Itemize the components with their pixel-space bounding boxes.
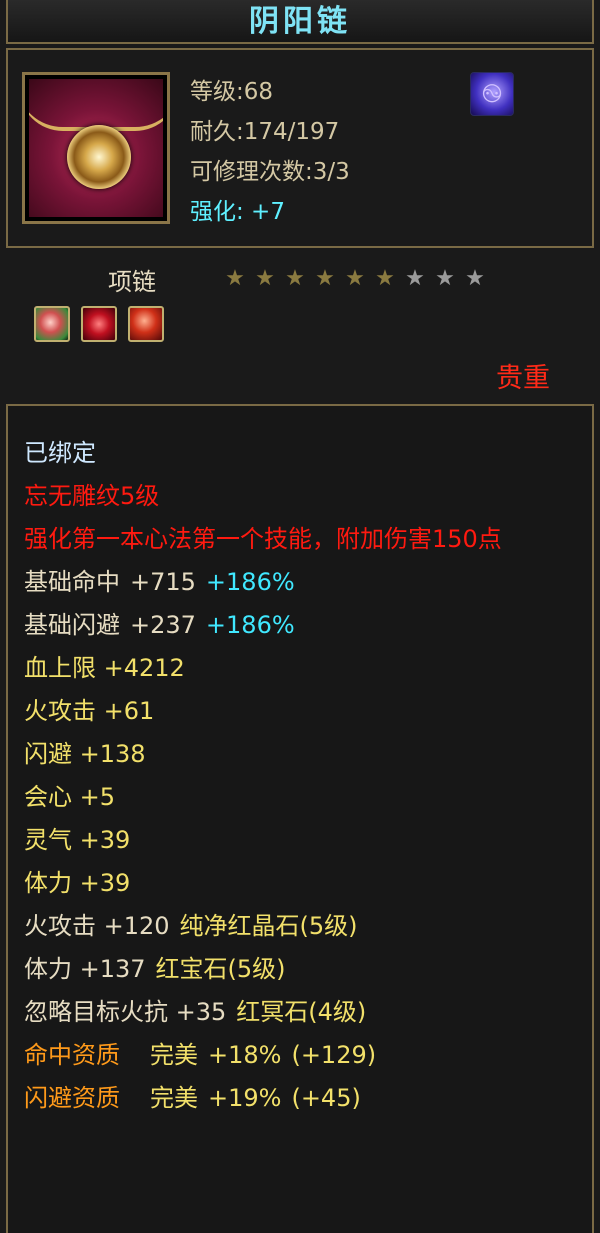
star-empty-icon: ★ (465, 266, 485, 291)
aptitude-dodge-label: 闪避资质 (24, 1084, 120, 1112)
aptitude-dodge-line: 闪避资质 完美 +19% (+45) (24, 1077, 584, 1120)
spirit-line: 灵气 +39 (24, 826, 131, 854)
base-dodge-label: 基础闪避 (24, 611, 120, 639)
base-hit-extra: +186% (205, 568, 295, 596)
gem-icon[interactable] (128, 306, 165, 342)
star-filled-icon: ★ (345, 266, 365, 291)
base-dodge-value: +237 (130, 611, 196, 639)
gem-stamina-stat: 体力 +137 (24, 955, 146, 983)
rarity-label: 贵重 (496, 363, 550, 394)
item-name: 阴阳链 (249, 4, 351, 39)
aptitude-hit-grade: 完美 (150, 1041, 198, 1069)
fire-attack-line: 火攻击 +61 (24, 697, 155, 725)
crit-line: 会心 +5 (24, 783, 116, 811)
star-filled-icon: ★ (285, 266, 305, 291)
star-filled-icon: ★ (315, 266, 335, 291)
aptitude-dodge-value: +19% (208, 1084, 282, 1112)
star-filled-icon: ★ (255, 266, 275, 291)
necklace-pendant (67, 125, 131, 189)
item-type: 项链 (108, 268, 156, 296)
aptitude-hit-label: 命中资质 (24, 1041, 120, 1069)
gem-icon[interactable] (34, 306, 70, 342)
gem-slots (34, 306, 170, 346)
swirl-icon: ࿊ (470, 72, 514, 116)
gem-ignore-line: 忽略目标火抗 +35 红冥石(4级) (24, 991, 584, 1034)
durability-text: 耐久:174/197 (190, 119, 340, 145)
aptitude-hit-value: +18% (208, 1041, 282, 1069)
bound-status: 已绑定 (24, 439, 96, 467)
attribute-panel: 已绑定 忘无雕纹5级 强化第一本心法第一个技能，附加伤害150点 基础命中 +71… (6, 404, 594, 1233)
aptitude-hit-bonus: (+129) (291, 1041, 377, 1069)
gem-stamina-name: 红宝石(5级) (155, 955, 286, 983)
stamina-line: 体力 +39 (24, 869, 131, 897)
base-hit-label: 基础命中 (24, 568, 120, 596)
gem-stamina-line: 体力 +137 红宝石(5级) (24, 948, 584, 991)
gem-fire-stat: 火攻击 +120 (24, 912, 170, 940)
repair-count-text: 可修理次数:3/3 (190, 159, 350, 185)
gem-ignore-name: 红冥石(4级) (236, 998, 367, 1026)
item-icon-frame (22, 72, 170, 224)
engrave-description: 强化第一本心法第一个技能，附加伤害150点 (24, 525, 502, 553)
aptitude-hit-line: 命中资质 完美 +18% (+129) (24, 1034, 584, 1077)
base-hit-value: +715 (130, 568, 196, 596)
base-hit-line: 基础命中 +715 +186% (24, 561, 584, 604)
gem-fire-line: 火攻击 +120 纯净红晶石(5级) (24, 905, 584, 948)
aptitude-dodge-bonus: (+45) (291, 1084, 361, 1112)
item-tooltip: 阴阳链 等级:68 耐久:174/197 可修理次数:3/3 强化: +7 ࿊ … (0, 0, 600, 1233)
type-section: 项链 ★ ★ ★ ★ ★ ★ ★ ★ ★ 贵重 (6, 250, 594, 402)
gem-icon[interactable] (81, 306, 118, 342)
gem-fire-name: 纯净红晶石(5级) (179, 912, 358, 940)
gem-ignore-stat: 忽略目标火抗 +35 (24, 998, 227, 1026)
item-header: 等级:68 耐久:174/197 可修理次数:3/3 强化: +7 ࿊ (6, 48, 594, 248)
star-rating: ★ ★ ★ ★ ★ ★ ★ ★ ★ (220, 266, 490, 291)
star-empty-icon: ★ (405, 266, 425, 291)
base-dodge-extra: +186% (205, 611, 295, 639)
title-bar: 阴阳链 (6, 0, 594, 44)
star-filled-icon: ★ (225, 266, 245, 291)
item-stats: 等级:68 耐久:174/197 可修理次数:3/3 强化: +7 (190, 72, 480, 232)
star-empty-icon: ★ (435, 266, 455, 291)
engrave-name: 忘无雕纹5级 (24, 482, 160, 510)
star-filled-icon: ★ (375, 266, 395, 291)
aptitude-dodge-grade: 完美 (150, 1084, 198, 1112)
hp-line: 血上限 +4212 (24, 654, 185, 682)
level-text: 等级:68 (190, 79, 274, 105)
dodge-line: 闪避 +138 (24, 740, 146, 768)
enhance-text: 强化: +7 (190, 199, 285, 225)
base-dodge-line: 基础闪避 +237 +186% (24, 604, 584, 647)
necklace-icon (29, 79, 163, 217)
